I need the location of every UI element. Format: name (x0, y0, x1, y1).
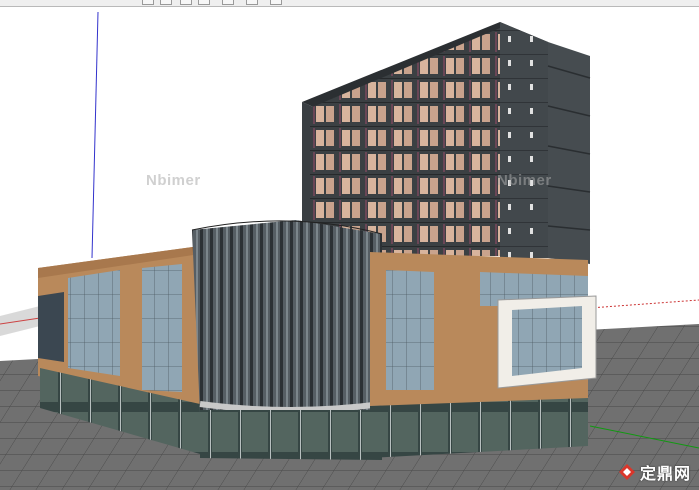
podium-right-glass (386, 270, 434, 390)
view-right-button[interactable] (246, 0, 258, 5)
brand-logo-icon (618, 464, 635, 480)
building-model (0, 11, 699, 490)
brand-badge: 定鼎网 (618, 460, 691, 484)
blue-axis (91, 11, 99, 259)
podium-left-glass (68, 270, 120, 376)
red-axis (589, 299, 699, 309)
brand-text: 定鼎网 (639, 466, 691, 483)
watermark-left: Nbimer (146, 172, 201, 189)
orbit-tool-button[interactable] (142, 0, 154, 5)
tower-side-facade (500, 22, 548, 258)
view-front-button[interactable] (222, 0, 234, 5)
watermark-right: Nbimer (497, 172, 552, 189)
view-top-button[interactable] (198, 0, 210, 5)
model-viewport[interactable]: Nbimer Nbimer 定鼎网 (0, 6, 699, 490)
app-window: Nbimer Nbimer 定鼎网 (0, 0, 699, 490)
pan-tool-button[interactable] (160, 0, 172, 5)
paint-tool-button[interactable] (180, 0, 192, 5)
view-iso-button[interactable] (270, 0, 282, 5)
fin-drum (192, 220, 382, 414)
